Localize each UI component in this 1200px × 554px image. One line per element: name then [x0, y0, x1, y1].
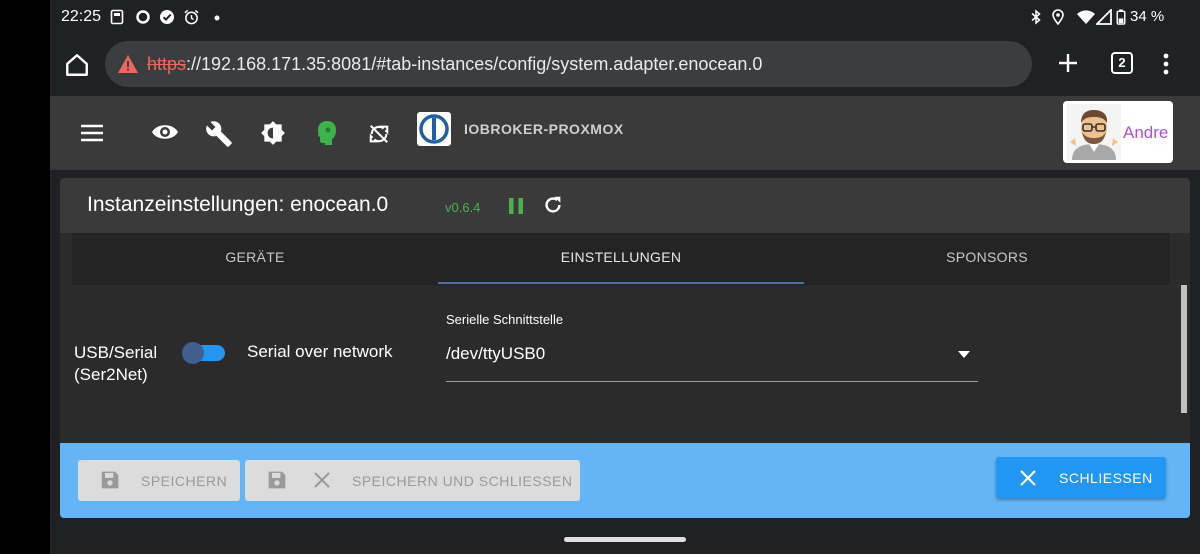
serial-network-toggle[interactable] [182, 342, 225, 364]
close-icon [1020, 470, 1036, 486]
adapter-version: v0.6.4 [445, 200, 481, 215]
close-button-label: SCHLIESSEN [1059, 470, 1153, 486]
user-name: Andre [1123, 123, 1169, 142]
location-icon [1052, 9, 1064, 25]
eye-icon[interactable] [151, 120, 179, 144]
close-button[interactable]: SCHLIESSEN [996, 457, 1166, 498]
status-time: 22:25 [61, 8, 102, 25]
menu-icon[interactable] [80, 122, 104, 144]
status-bar: 22:25 34 % [50, 0, 1200, 34]
tab-geraete[interactable]: GERÄTE [72, 233, 438, 285]
url-bar[interactable]: https://192.168.171.35:8081/#tab-instanc… [105, 41, 1032, 87]
expert-mode-icon[interactable] [315, 120, 339, 146]
user-button[interactable]: Andre [1063, 101, 1173, 163]
instance-settings-dialog: Instanzeinstellungen: enocean.0 v0.6.4 G… [60, 178, 1190, 518]
switch-left-label-line2: (Ser2Net) [74, 365, 148, 384]
dialog-title: Instanzeinstellungen: enocean.0 [87, 193, 389, 216]
save-button[interactable]: SPEICHERN [78, 460, 240, 501]
url-path: ://192.168.171.35:8081/#tab-instances/co… [186, 54, 763, 74]
dot-icon [214, 15, 220, 21]
app-toolbar: IOBROKER-PROXMOX Andre [50, 96, 1200, 170]
dropdown-arrow-icon[interactable] [958, 351, 970, 358]
content-scrollbar[interactable] [1178, 285, 1190, 443]
url-text: https://192.168.171.35:8081/#tab-instanc… [147, 54, 762, 75]
switch-left-label-line1: USB/Serial [74, 343, 158, 362]
select-underline [446, 381, 978, 382]
alarm-icon [184, 9, 199, 25]
browser-toolbar: https://192.168.171.35:8081/#tab-instanc… [50, 34, 1200, 96]
brightness-icon[interactable] [260, 120, 286, 146]
url-scheme: https [147, 54, 187, 74]
reload-icon[interactable] [542, 194, 564, 216]
system-nav-bar [50, 522, 1200, 554]
new-tab-icon[interactable] [1056, 51, 1080, 75]
warning-icon [118, 55, 138, 73]
dialog-footer: SPEICHERN SPEICHERN UND SCHLIESSEN SCHLI… [60, 443, 1190, 518]
save-and-close-label: SPEICHERN UND SCHLIESSEN [352, 473, 573, 489]
close-icon [314, 472, 330, 488]
home-gesture-handle[interactable] [564, 537, 686, 542]
switch-right-label: Serial over network [247, 342, 393, 361]
circle-icon [136, 10, 150, 24]
tab-switcher-button[interactable]: 2 [1111, 52, 1133, 74]
serial-port-label: Serielle Schnittstelle [446, 312, 564, 327]
sync-disabled-icon[interactable] [368, 123, 390, 145]
dialog-header: Instanzeinstellungen: enocean.0 v0.6.4 [60, 178, 1190, 233]
wrench-icon[interactable] [205, 120, 233, 148]
phone-screen: 22:25 34 % https://192.168.171.35:8081/#… [50, 0, 1200, 554]
active-tab-indicator [438, 282, 804, 284]
wifi-icon [1077, 10, 1095, 24]
save-icon [268, 471, 286, 489]
home-icon[interactable] [64, 52, 90, 78]
iobroker-logo-icon [419, 114, 449, 144]
switch-left-label: USB/Serial (Ser2Net) [74, 342, 157, 386]
save-and-close-button[interactable]: SPEICHERN UND SCHLIESSEN [245, 460, 580, 501]
tab-einstellungen[interactable]: EINSTELLUNGEN [438, 233, 804, 285]
tab-sponsors[interactable]: SPONSORS [804, 233, 1170, 285]
sim-icon [110, 9, 124, 25]
check-circle-icon [160, 10, 174, 24]
save-icon [101, 471, 119, 489]
save-button-label: SPEICHERN [141, 473, 228, 489]
settings-content: USB/Serial (Ser2Net) Serial over network… [60, 285, 1190, 443]
battery-percent: 34 % [1130, 8, 1165, 25]
more-vert-icon[interactable] [1162, 52, 1170, 76]
signal-icon [1096, 9, 1112, 25]
iobroker-logo [417, 112, 451, 146]
pause-icon[interactable] [508, 196, 524, 216]
toggle-knob [182, 342, 204, 364]
avatar [1067, 104, 1121, 160]
battery-icon [1116, 9, 1126, 25]
bluetooth-icon [1031, 9, 1041, 25]
scrollbar-thumb[interactable] [1181, 285, 1187, 413]
settings-tabs: GERÄTE EINSTELLUNGEN SPONSORS [72, 233, 1170, 285]
serial-port-select[interactable]: /dev/ttyUSB0 [446, 344, 545, 364]
brand-title: IOBROKER-PROXMOX [464, 121, 624, 137]
